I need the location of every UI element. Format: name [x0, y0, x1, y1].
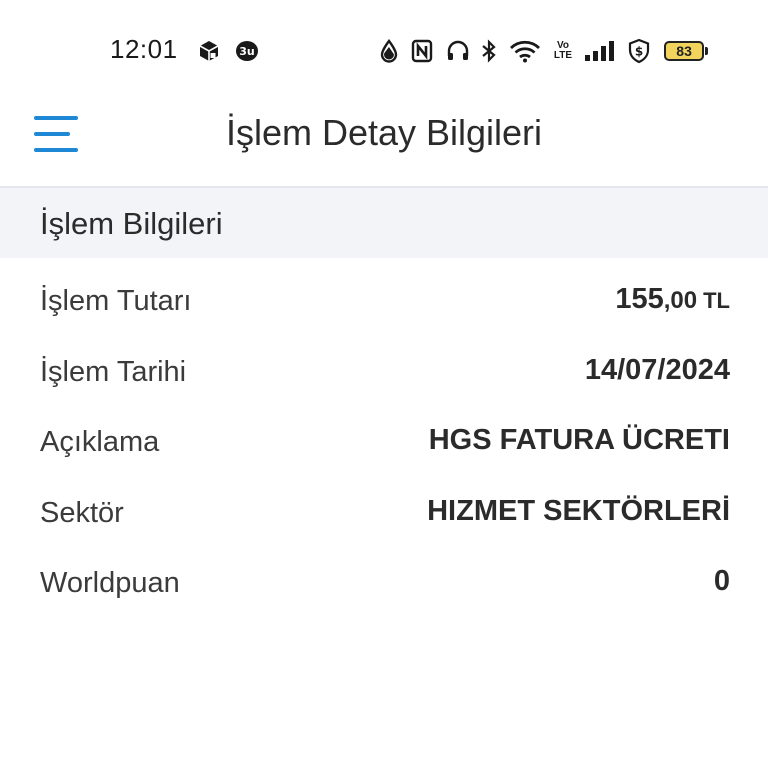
headphones-icon [446, 38, 470, 64]
page-title: İşlem Detay Bilgileri [225, 112, 543, 153]
signal-icon [582, 38, 616, 64]
detail-row-amount: İşlem Tutarı 155,00 TL [0, 270, 768, 340]
volte-text-bottom: LTE [553, 50, 573, 61]
shield-dollar-icon: $ [626, 38, 652, 64]
description-label: Açıklama [40, 426, 160, 458]
status-bar: 12:01 3u Vo LTE $ 83 [0, 0, 768, 100]
svg-text:$: $ [635, 45, 643, 59]
amount-integer: 155 [615, 283, 664, 315]
package-icon [196, 38, 222, 64]
detail-row-sector: Sektör HIZMET SEKTÖRLERİ [0, 482, 768, 552]
bluetooth-icon [480, 38, 498, 64]
amount-decimals: ,00 [663, 287, 698, 314]
detail-row-worldpuan: Worldpuan 0 [0, 552, 768, 622]
detail-row-date: İşlem Tarihi 14/07/2024 [0, 341, 768, 411]
description-value: HGS FATURA ÜCRETI [428, 424, 730, 456]
section-title: İşlem Bilgileri [40, 206, 223, 241]
water-drop-icon [378, 38, 400, 64]
date-label: İşlem Tarihi [40, 356, 187, 388]
volte-icon: Vo LTE [552, 38, 574, 64]
battery-level: 83 [664, 41, 705, 61]
amount-currency: TL [703, 288, 730, 313]
battery-icon: 83 [664, 40, 708, 62]
battery-tip [705, 47, 708, 55]
app-notification-icon: 3u [234, 38, 260, 64]
svg-text:3u: 3u [239, 45, 255, 58]
status-time: 12:01 [110, 34, 178, 64]
section-header: İşlem Bilgileri [0, 188, 768, 258]
worldpuan-value: 0 [713, 565, 730, 597]
amount-label: İşlem Tutarı [40, 285, 192, 317]
app-bar: İşlem Detay Bilgileri [0, 100, 768, 188]
date-value: 14/07/2024 [584, 354, 730, 386]
sector-value: HIZMET SEKTÖRLERİ [427, 495, 730, 527]
detail-row-description: Açıklama HGS FATURA ÜCRETI [0, 411, 768, 481]
sector-label: Sektör [40, 497, 124, 529]
nfc-icon [410, 38, 434, 64]
worldpuan-label: Worldpuan [40, 567, 180, 599]
amount-value: 155,00 TL [615, 283, 730, 316]
wifi-icon [508, 38, 542, 64]
